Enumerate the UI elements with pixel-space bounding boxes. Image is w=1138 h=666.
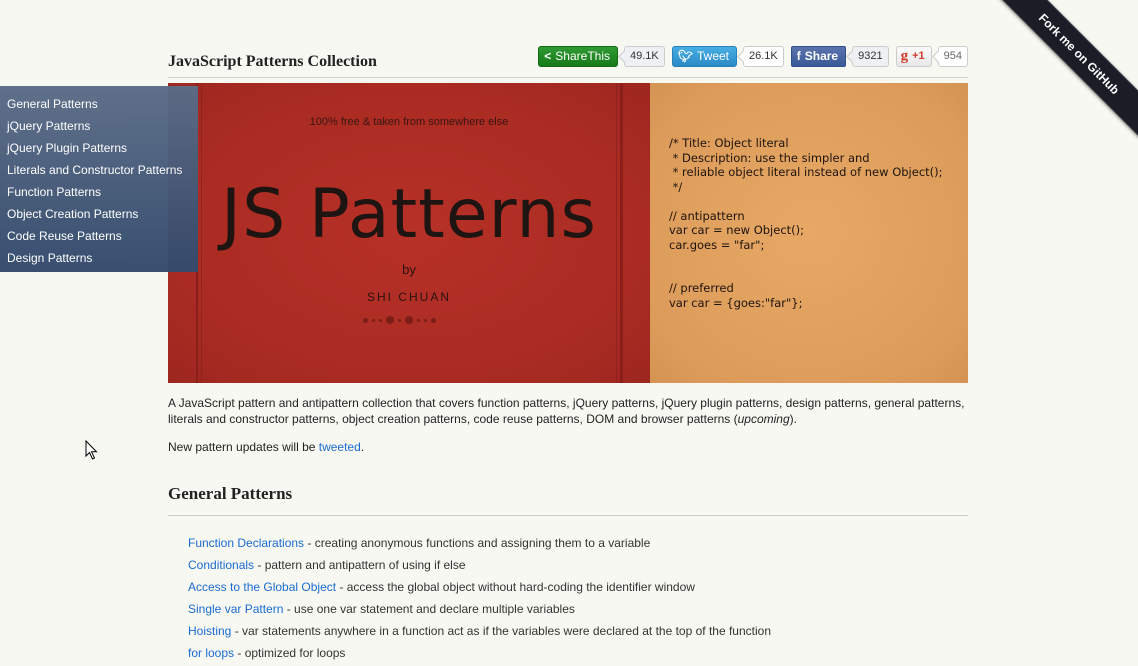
code-sample: /* Title: Object literal * Description: … (669, 136, 943, 310)
google-plus-one-button[interactable]: g +1 (895, 45, 932, 67)
pattern-description: - pattern and antipattern of using if el… (254, 558, 466, 572)
sharethis-count: 49.1K (624, 45, 665, 67)
github-ribbon-container: Fork me on GitHub (988, 0, 1138, 150)
cover-ornament-dots (363, 316, 436, 324)
sidebar-nav: General Patterns jQuery Patterns jQuery … (0, 86, 198, 272)
sharethis-button[interactable]: < ShareThis (538, 45, 618, 67)
sidebar-item-object-creation-patterns[interactable]: Object Creation Patterns (0, 203, 198, 225)
ornament-dot (417, 318, 420, 322)
tweet-count: 26.1K (743, 45, 784, 67)
pattern-description: - use one var statement and declare mult… (283, 602, 575, 616)
google-plus-one-label: +1 (912, 50, 925, 62)
pattern-description: - creating anonymous functions and assig… (304, 536, 651, 550)
ornament-dot (424, 318, 427, 322)
book-cover: 100% free & taken from somewhere else JS… (168, 83, 650, 383)
cover-by: by (402, 262, 416, 277)
list-item: Function Declarations - creating anonymo… (188, 534, 771, 556)
fork-on-github-ribbon[interactable]: Fork me on GitHub (993, 0, 1138, 140)
tweeted-link[interactable]: tweeted (319, 440, 361, 454)
ornament-dot (431, 317, 436, 323)
pattern-description: - optimized for loops (234, 646, 346, 660)
sidebar-item-literals-constructor-patterns[interactable]: Literals and Constructor Patterns (0, 159, 198, 181)
mouse-pointer-icon (85, 440, 98, 460)
sidebar-item-jquery-plugin-patterns[interactable]: jQuery Plugin Patterns (0, 137, 198, 159)
page-title: JavaScript Patterns Collection (168, 53, 377, 70)
intro-text-end: ). (789, 412, 797, 426)
facebook-share-button[interactable]: f Share (790, 45, 847, 67)
book-banner: 100% free & taken from somewhere else JS… (168, 83, 968, 383)
ornament-dot (386, 316, 394, 324)
facebook-f-icon: f (796, 49, 801, 63)
sidebar-item-code-reuse-patterns[interactable]: Code Reuse Patterns (0, 225, 198, 247)
page-header: JavaScript Patterns Collection < ShareTh… (168, 40, 968, 78)
pattern-description: - access the global object without hard-… (336, 580, 695, 594)
code-sample-panel: /* Title: Object literal * Description: … (650, 83, 968, 383)
sidebar-item-function-patterns[interactable]: Function Patterns (0, 181, 198, 203)
cover-author: SHI CHUAN (366, 290, 451, 304)
intro-paragraph: A JavaScript pattern and antipattern col… (168, 395, 968, 427)
sidebar-item-design-patterns[interactable]: Design Patterns (0, 247, 198, 269)
google-plus-one-count: 954 (937, 45, 968, 67)
ornament-dot (363, 317, 368, 323)
pattern-description: - var statements anywhere in a function … (231, 624, 771, 638)
intro-text: A JavaScript pattern and antipattern col… (168, 396, 965, 426)
list-item: for loops - optimized for loops (188, 644, 771, 666)
ornament-dot (405, 316, 413, 324)
pattern-link-conditionals[interactable]: Conditionals (188, 558, 254, 572)
pattern-link-global-object[interactable]: Access to the Global Object (188, 580, 336, 594)
sidebar-item-jquery-patterns[interactable]: jQuery Patterns (0, 115, 198, 137)
update-text-end: . (360, 440, 365, 454)
google-g-icon: g (900, 47, 909, 64)
update-paragraph: New pattern updates will be tweeted. (168, 439, 364, 455)
pattern-link-function-declarations[interactable]: Function Declarations (188, 536, 304, 550)
pattern-link-hoisting[interactable]: Hoisting (188, 624, 231, 638)
intro-emphasis: upcoming (737, 412, 790, 426)
tweet-button[interactable]: 🐦︎ Tweet (671, 45, 737, 67)
cover-title: JS Patterns (221, 175, 597, 254)
list-item: Conditionals - pattern and antipattern o… (188, 556, 771, 578)
sidebar-item-general-patterns[interactable]: General Patterns (0, 93, 198, 115)
facebook-share-label: Share (804, 49, 839, 63)
facebook-share-count: 9321 (852, 45, 889, 67)
pattern-link-single-var[interactable]: Single var Pattern (188, 602, 283, 616)
general-patterns-list: Function Declarations - creating anonymo… (188, 534, 771, 666)
ornament-dot (379, 318, 382, 322)
pattern-link-for-loops[interactable]: for loops (188, 646, 234, 660)
ornament-dot (372, 318, 375, 322)
social-buttons: < ShareThis 49.1K 🐦︎ Tweet 26.1K f Share… (538, 44, 968, 68)
list-item: Hoisting - var statements anywhere in a … (188, 622, 771, 644)
list-item: Access to the Global Object - access the… (188, 578, 771, 600)
section-title-general-patterns: General Patterns (168, 484, 968, 516)
list-item: Single var Pattern - use one var stateme… (188, 600, 771, 622)
ornament-dot (398, 318, 401, 322)
cover-tagline: 100% free & taken from somewhere else (309, 116, 509, 128)
update-text: New pattern updates will be (168, 440, 319, 454)
share-icon: < (544, 49, 552, 63)
tweet-label: Tweet (696, 49, 729, 63)
twitter-bird-icon: 🐦︎ (677, 49, 693, 63)
sharethis-label: ShareThis (555, 49, 610, 63)
